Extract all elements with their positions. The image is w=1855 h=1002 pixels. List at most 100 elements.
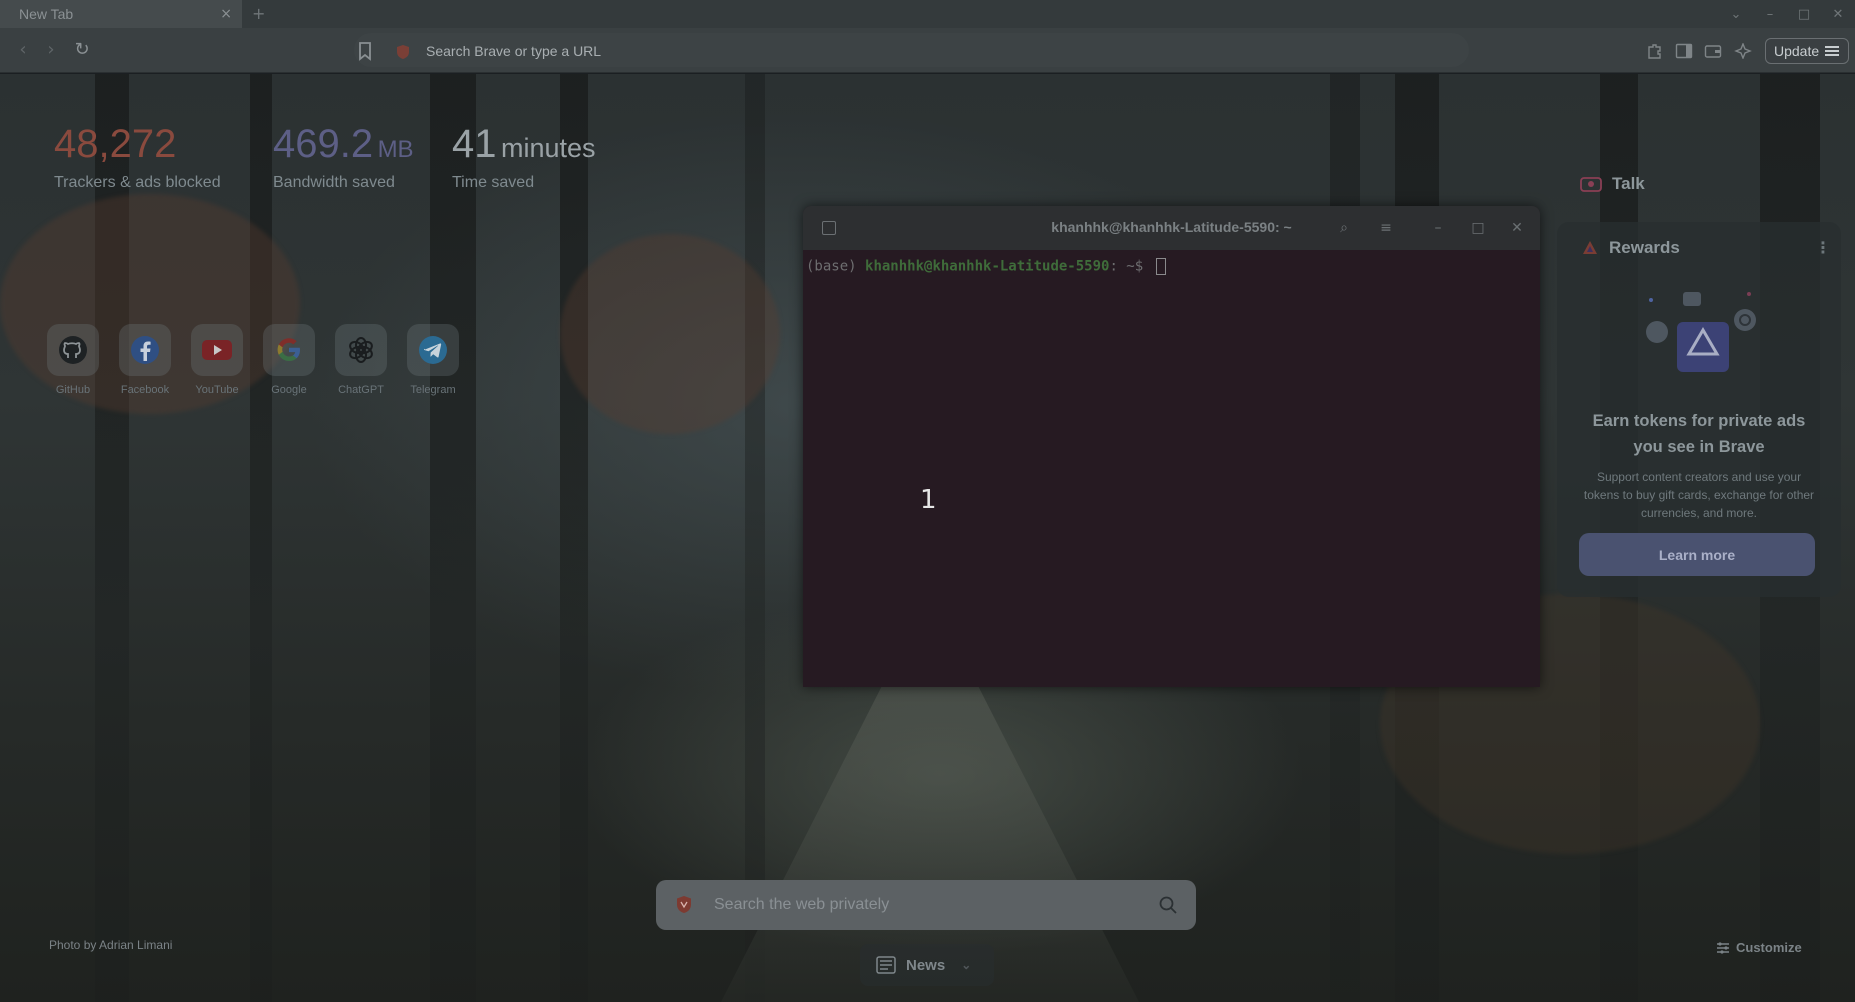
stat-label: Time saved xyxy=(452,174,535,191)
top-site-chatgpt[interactable]: ChatGPT xyxy=(333,324,389,396)
terminal-close-icon[interactable]: ✕ xyxy=(1508,219,1526,237)
top-site-tile[interactable] xyxy=(191,324,243,376)
close-window-icon[interactable]: ✕ xyxy=(1831,7,1845,22)
reload-icon[interactable]: ↻ xyxy=(71,39,93,61)
forward-icon[interactable]: › xyxy=(40,39,62,61)
terminal-minimize-icon[interactable]: – xyxy=(1429,219,1447,237)
tab-title: New Tab xyxy=(19,6,74,22)
terminal-prompt-env: (base) xyxy=(806,258,866,275)
facebook-icon xyxy=(131,336,159,364)
terminal-cursor xyxy=(1155,258,1166,275)
terminal-menu-icon[interactable]: ≡ xyxy=(1377,219,1395,237)
terminal-output[interactable]: (base) khanhhk@khanhhk-Latitude-5590: ~$ xyxy=(803,250,1540,283)
photo-credit[interactable]: Photo by Adrian Limani xyxy=(49,938,172,952)
terminal-prompt-suffix: : ~$ xyxy=(1109,258,1152,275)
top-site-tile[interactable] xyxy=(47,324,99,376)
stat-label: Trackers & ads blocked xyxy=(54,174,221,191)
rewards-widget: Rewards ⋮ Earn tokens for private ads yo… xyxy=(1557,222,1841,597)
talk-widget[interactable]: Talk xyxy=(1580,174,1645,194)
terminal-maximize-icon[interactable]: □ xyxy=(1469,219,1487,237)
telegram-icon xyxy=(419,336,447,364)
top-site-tile[interactable] xyxy=(407,324,459,376)
rewards-illustration-icon xyxy=(1646,292,1756,372)
top-site-youtube[interactable]: YouTube xyxy=(189,324,245,396)
top-site-label: YouTube xyxy=(195,384,239,396)
menu-icon xyxy=(1825,46,1840,56)
top-site-label: GitHub xyxy=(55,384,91,396)
talk-icon xyxy=(1580,177,1602,192)
learn-more-button[interactable]: Learn more xyxy=(1579,533,1815,576)
news-label: News xyxy=(906,956,946,974)
terminal-search-icon[interactable]: ⌕ xyxy=(1335,219,1353,237)
update-button[interactable]: Update xyxy=(1765,38,1849,64)
talk-label: Talk xyxy=(1612,174,1645,193)
web-search-input[interactable] xyxy=(714,880,1134,930)
top-site-tile[interactable] xyxy=(119,324,171,376)
top-site-tile[interactable] xyxy=(263,324,315,376)
stat-bandwidth-saved: 469.2 MB Bandwidth saved xyxy=(273,120,414,192)
bat-triangle-icon xyxy=(1583,241,1597,254)
top-site-label: ChatGPT xyxy=(338,384,384,396)
back-icon[interactable]: ‹ xyxy=(12,39,34,61)
terminal-window[interactable]: khanhhk@khanhhk-Latitude-5590: ~ ⌕ ≡ – □… xyxy=(803,206,1540,687)
overlay-label: 1 xyxy=(920,485,937,515)
extensions-icon[interactable] xyxy=(1646,43,1664,59)
stat-value: 469.2 xyxy=(273,122,374,166)
top-site-tile[interactable] xyxy=(335,324,387,376)
stat-label: Bandwidth saved xyxy=(273,174,395,191)
search-icon[interactable] xyxy=(1158,895,1178,915)
stat-unit: MB xyxy=(377,136,414,163)
top-site-facebook[interactable]: Facebook xyxy=(117,324,173,396)
customize-label: Customize xyxy=(1736,940,1802,955)
top-site-telegram[interactable]: Telegram xyxy=(405,324,461,396)
rewards-header: Rewards xyxy=(1581,238,1680,258)
browser-toolbar: ‹ › ↻ Search Brave or type a URL Update xyxy=(0,28,1855,73)
window-controls: ⌄ – □ ✕ xyxy=(1729,0,1855,28)
terminal-titlebar[interactable]: khanhhk@khanhhk-Latitude-5590: ~ ⌕ ≡ – □… xyxy=(803,206,1540,250)
tab-strip: New Tab × + ⌄ – □ ✕ xyxy=(0,0,1855,28)
address-bar-text[interactable]: Search Brave or type a URL xyxy=(426,43,601,59)
web-search-box[interactable] xyxy=(656,880,1196,930)
background-tree xyxy=(250,74,272,1002)
background-tree xyxy=(745,74,765,1002)
sidebar-icon[interactable] xyxy=(1675,43,1693,59)
chatgpt-icon xyxy=(349,337,373,363)
top-site-label: Facebook xyxy=(120,384,170,396)
wallet-icon[interactable] xyxy=(1704,43,1722,59)
tab-new-tab[interactable]: New Tab × xyxy=(0,0,242,28)
terminal-prompt-user: khanhhk@khanhhk-Latitude-5590 xyxy=(865,258,1110,275)
background-tree xyxy=(560,74,588,1002)
tab-search-chevron-icon[interactable]: ⌄ xyxy=(1729,7,1743,22)
stat-trackers-blocked: 48,272 Trackers & ads blocked xyxy=(54,120,221,192)
customize-icon xyxy=(1717,941,1729,954)
stat-time-saved: 41 minutes Time saved xyxy=(452,120,596,192)
github-icon xyxy=(59,336,87,364)
brave-shield-icon[interactable] xyxy=(396,44,410,60)
new-tab-icon[interactable]: + xyxy=(252,4,265,23)
maximize-window-icon[interactable]: □ xyxy=(1797,7,1811,22)
chevron-down-icon: ⌄ xyxy=(961,958,972,972)
rewards-title: Rewards xyxy=(1609,238,1680,257)
leo-ai-icon[interactable] xyxy=(1734,43,1752,59)
rewards-more-icon[interactable]: ⋮ xyxy=(1815,238,1831,257)
top-site-github[interactable]: GitHub xyxy=(45,324,101,396)
customize-button[interactable]: Customize xyxy=(1716,940,1802,955)
rewards-heading: Earn tokens for private ads you see in B… xyxy=(1592,412,1806,456)
news-icon xyxy=(876,956,896,974)
top-site-google[interactable]: Google xyxy=(261,324,317,396)
bookmark-icon[interactable] xyxy=(356,41,374,61)
stat-value: 41 xyxy=(452,122,497,166)
google-icon xyxy=(277,338,300,361)
minimize-window-icon[interactable]: – xyxy=(1763,7,1777,22)
close-tab-icon[interactable]: × xyxy=(220,6,232,22)
background-tree xyxy=(430,74,476,1002)
rewards-description: Support content creators and use your to… xyxy=(1583,470,1815,520)
background-foliage xyxy=(560,234,780,434)
top-sites: GitHub Facebook YouTube Google ChatGPT T… xyxy=(45,324,461,396)
top-site-label: Telegram xyxy=(410,384,456,396)
youtube-icon xyxy=(202,340,232,360)
stat-value: 48,272 xyxy=(54,122,177,166)
brave-lion-icon xyxy=(677,896,691,913)
update-label: Update xyxy=(1774,43,1820,59)
news-button[interactable]: News ⌄ xyxy=(860,944,994,986)
